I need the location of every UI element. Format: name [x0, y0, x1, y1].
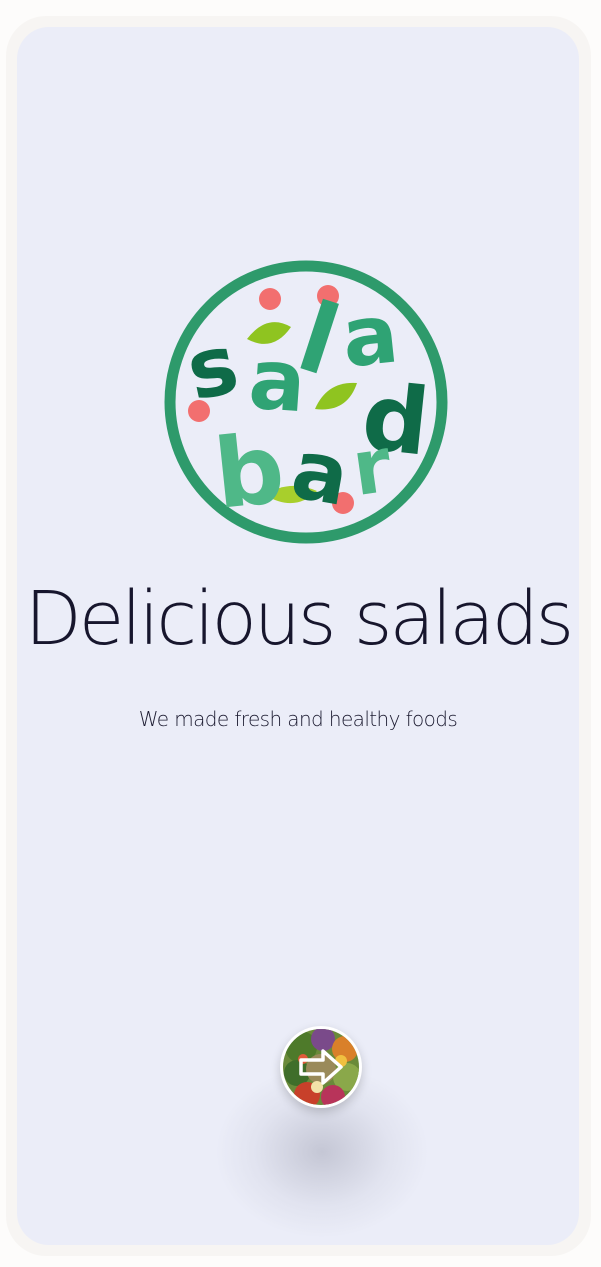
logo-letter: s [179, 317, 246, 420]
next-button[interactable] [280, 1026, 362, 1108]
salad-bar-logo: s a l a d b a r [164, 260, 448, 544]
leaf-icon [315, 382, 357, 410]
page-title: Delicious salads [24, 576, 574, 662]
logo-dot [259, 288, 281, 310]
page-subtitle: We made fresh and healthy foods [138, 707, 458, 731]
salad-bowl-image [283, 1029, 359, 1105]
splash-screen: s a l a d b a r Delicious salads We made… [17, 27, 579, 1245]
logo-letter: b [209, 412, 289, 531]
